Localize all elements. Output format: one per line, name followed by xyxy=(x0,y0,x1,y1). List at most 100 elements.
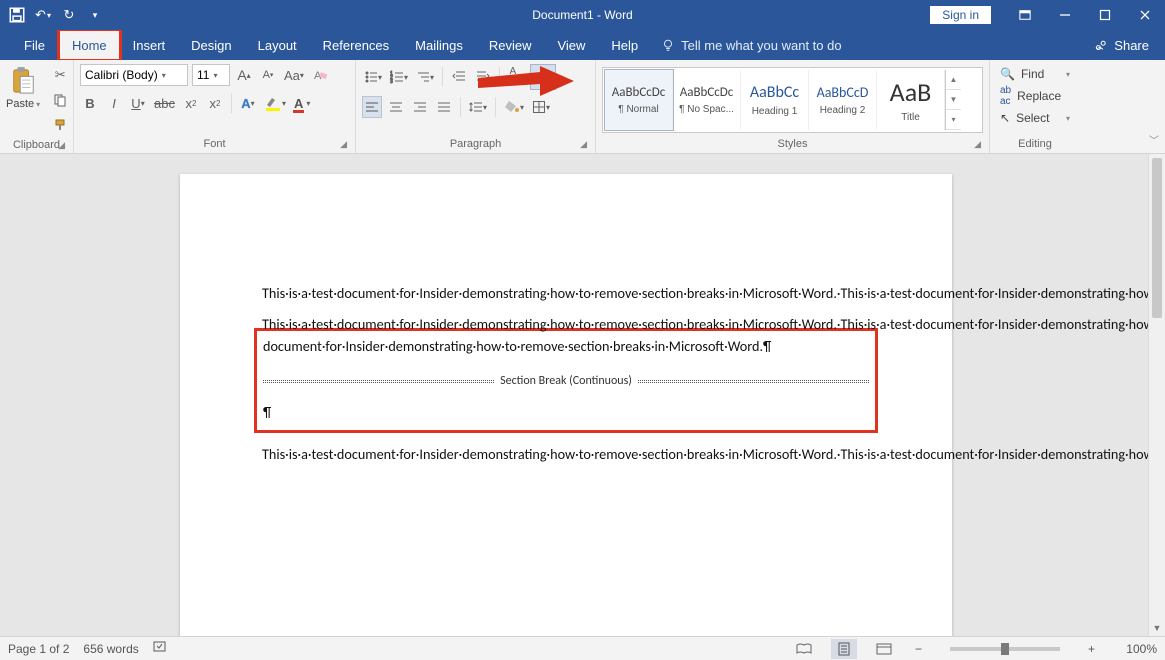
align-left-icon[interactable] xyxy=(362,96,382,118)
undo-icon[interactable]: ↶▾ xyxy=(34,6,52,24)
qat-customize-icon[interactable]: ▾ xyxy=(86,6,104,24)
tab-mailings[interactable]: Mailings xyxy=(402,30,476,60)
zoom-slider-knob[interactable] xyxy=(1001,643,1009,655)
font-size-combo[interactable]: 11▾ xyxy=(192,64,230,86)
select-icon: ↖ xyxy=(1000,111,1010,125)
font-family-combo[interactable]: Calibri (Body)▾ xyxy=(80,64,188,86)
group-font: Calibri (Body)▾ 11▾ A▴ A▾ Aa▾ A B I U▾ a… xyxy=(74,60,356,153)
tab-insert[interactable]: Insert xyxy=(120,30,179,60)
style-title[interactable]: AaB Title xyxy=(877,70,945,130)
format-painter-icon[interactable] xyxy=(50,114,70,136)
document-page[interactable]: This·is·a·test·document·for·Insider·demo… xyxy=(180,174,952,636)
zoom-percent[interactable]: 100% xyxy=(1113,642,1157,656)
minimize-button[interactable] xyxy=(1045,0,1085,30)
group-label-paragraph: Paragraph xyxy=(450,138,501,150)
style-no-spacing[interactable]: AaBbCcDc ¶ No Spac... xyxy=(673,70,741,130)
strikethrough-button[interactable]: abc xyxy=(152,92,177,114)
tab-help[interactable]: Help xyxy=(598,30,651,60)
styles-dialog-launcher[interactable]: ◢ xyxy=(974,139,981,150)
bullets-icon[interactable]: ▾ xyxy=(362,66,384,88)
tab-view[interactable]: View xyxy=(544,30,598,60)
styles-scroll-up[interactable]: ▲ xyxy=(946,70,961,90)
spellcheck-icon[interactable] xyxy=(153,640,169,657)
zoom-in-button[interactable]: + xyxy=(1084,642,1099,656)
group-label-styles: Styles xyxy=(778,138,808,150)
vertical-scrollbar[interactable]: ▲ ▼ xyxy=(1148,154,1165,636)
shrink-font-icon[interactable]: A▾ xyxy=(258,64,278,86)
replace-button[interactable]: abacReplace xyxy=(996,84,1074,108)
borders-icon[interactable]: ▾ xyxy=(530,96,552,118)
clipboard-dialog-launcher[interactable]: ◢ xyxy=(58,140,65,151)
paragraph-mark[interactable]: ¶ xyxy=(263,404,869,423)
sort-icon[interactable]: AZ↓ xyxy=(506,66,526,88)
copy-icon[interactable] xyxy=(50,89,70,111)
highlight-color-icon[interactable]: ▾ xyxy=(262,92,288,114)
status-page[interactable]: Page 1 of 2 xyxy=(8,642,69,656)
grow-font-icon[interactable]: A▴ xyxy=(234,64,254,86)
superscript-button[interactable]: x2 xyxy=(205,92,225,114)
line-spacing-icon[interactable]: ▾ xyxy=(467,96,489,118)
tab-layout[interactable]: Layout xyxy=(245,30,310,60)
paragraph-3[interactable]: This·is·a·test·document·for·Insider·demo… xyxy=(262,445,870,464)
maximize-button[interactable] xyxy=(1085,0,1125,30)
find-button[interactable]: 🔍Find▾ xyxy=(996,66,1074,82)
tab-file[interactable]: File xyxy=(10,30,59,60)
scroll-thumb[interactable] xyxy=(1152,158,1162,318)
show-hide-pilcrow-button[interactable]: ¶ xyxy=(530,64,556,90)
cut-icon[interactable]: ✂ xyxy=(50,64,70,86)
share-button[interactable]: Share xyxy=(1078,30,1165,60)
redo-icon[interactable]: ↻ xyxy=(60,6,78,24)
paste-icon xyxy=(8,64,38,98)
font-dialog-launcher[interactable]: ◢ xyxy=(340,139,347,150)
close-button[interactable] xyxy=(1125,0,1165,30)
tab-design[interactable]: Design xyxy=(178,30,244,60)
paste-button[interactable]: Paste▾ xyxy=(6,64,44,110)
collapse-ribbon-icon[interactable]: ﹀ xyxy=(1149,132,1159,147)
web-layout-icon[interactable] xyxy=(871,639,897,659)
ribbon-tabs: File Home Insert Design Layout Reference… xyxy=(0,30,1165,60)
ribbon-display-options-icon[interactable] xyxy=(1005,0,1045,30)
zoom-out-button[interactable]: − xyxy=(911,642,926,656)
print-layout-icon[interactable] xyxy=(831,639,857,659)
scroll-down-icon[interactable]: ▼ xyxy=(1149,620,1165,636)
document-workspace[interactable]: This·is·a·test·document·for·Insider·demo… xyxy=(0,154,1148,636)
style-heading-2[interactable]: AaBbCcD Heading 2 xyxy=(809,70,877,130)
styles-expand[interactable]: ▾ xyxy=(946,110,961,130)
share-icon xyxy=(1094,38,1108,52)
styles-scroll-down[interactable]: ▼ xyxy=(946,90,961,110)
italic-button[interactable]: I xyxy=(104,92,124,114)
read-mode-icon[interactable] xyxy=(791,639,817,659)
status-word-count[interactable]: 656 words xyxy=(83,642,138,656)
clear-formatting-icon[interactable]: A xyxy=(310,64,330,86)
paragraph-1[interactable]: This·is·a·test·document·for·Insider·demo… xyxy=(262,284,870,303)
underline-button[interactable]: U▾ xyxy=(128,92,148,114)
bold-button[interactable]: B xyxy=(80,92,100,114)
ribbon: Paste▾ ✂ Clipboard◢ Calibri (Body)▾ 11▾ … xyxy=(0,60,1165,154)
shading-icon[interactable]: ▾ xyxy=(502,96,526,118)
numbering-icon[interactable]: 123▾ xyxy=(388,66,410,88)
quick-access-toolbar: ↶▾ ↻ ▾ xyxy=(0,6,104,24)
text-effects-icon[interactable]: A▾ xyxy=(238,92,258,114)
style-normal[interactable]: AaBbCcDc ¶ Normal xyxy=(605,70,673,130)
subscript-button[interactable]: x2 xyxy=(181,92,201,114)
justify-icon[interactable] xyxy=(434,96,454,118)
change-case-icon[interactable]: Aa▾ xyxy=(282,64,306,86)
section-break-marker[interactable]: Section Break (Continuous) xyxy=(263,374,869,390)
style-heading-1[interactable]: AaBbCc Heading 1 xyxy=(741,70,809,130)
tab-references[interactable]: References xyxy=(310,30,402,60)
increase-indent-icon[interactable] xyxy=(473,66,493,88)
decrease-indent-icon[interactable] xyxy=(449,66,469,88)
paragraph-2[interactable]: This·is·a·test·document·for·Insider·demo… xyxy=(262,315,870,433)
zoom-slider[interactable] xyxy=(950,647,1060,651)
tell-me-search[interactable]: Tell me what you want to do xyxy=(661,30,841,60)
multilevel-list-icon[interactable]: ▾ xyxy=(414,66,436,88)
align-right-icon[interactable] xyxy=(410,96,430,118)
align-center-icon[interactable] xyxy=(386,96,406,118)
tab-home[interactable]: Home xyxy=(59,30,120,60)
save-icon[interactable] xyxy=(8,6,26,24)
tab-review[interactable]: Review xyxy=(476,30,545,60)
paragraph-dialog-launcher[interactable]: ◢ xyxy=(580,139,587,150)
sign-in-button[interactable]: Sign in xyxy=(930,6,991,24)
font-color-icon[interactable]: A▾ xyxy=(292,92,312,114)
select-button[interactable]: ↖Select▾ xyxy=(996,110,1074,126)
